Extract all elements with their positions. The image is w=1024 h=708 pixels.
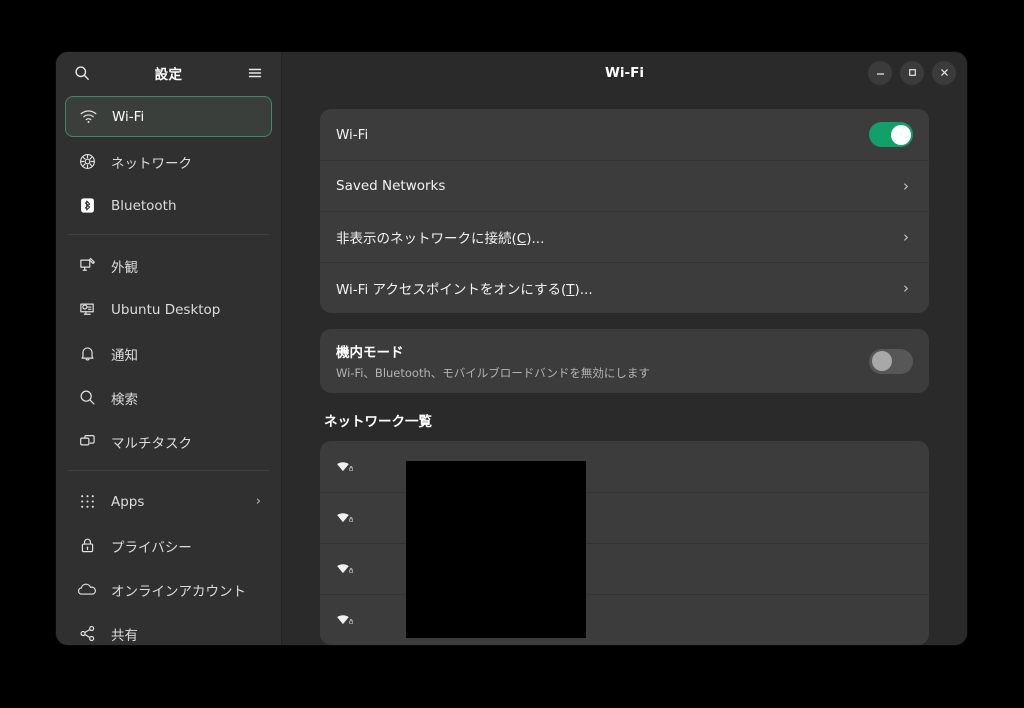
settings-content: Wi-Fi Saved Networks › 非表示のネットワークに接続(C).…	[282, 93, 967, 645]
sidebar-item-online-accounts[interactable]: オンラインアカウント	[65, 570, 272, 609]
wifi-signal-icon	[336, 510, 366, 526]
hamburger-menu-icon[interactable]	[242, 60, 268, 86]
search-icon[interactable]	[69, 60, 95, 86]
desktop-background: 設定 Wi-Fi ネットワーク Bluetooth 外観 Ubuntu Desk…	[0, 0, 1024, 708]
sidebar-item-label: オンラインアカウント	[111, 583, 246, 600]
label-post: )...	[574, 281, 593, 298]
sidebar-item-label: ネットワーク	[111, 155, 192, 172]
sidebar-divider	[68, 234, 269, 235]
close-icon[interactable]	[932, 60, 956, 85]
sidebar-item-search[interactable]: 検索	[65, 378, 272, 417]
wifi-row-label: Wi-Fi	[336, 126, 369, 143]
chevron-right-icon: ›	[903, 176, 909, 195]
saved-networks-row[interactable]: Saved Networks ›	[320, 160, 929, 211]
page-title: Wi-Fi	[605, 64, 644, 81]
sidebar-item-multitasking[interactable]: マルチタスク	[65, 422, 272, 461]
sidebar-item-bluetooth[interactable]: Bluetooth	[65, 186, 272, 225]
bell-icon	[76, 344, 98, 364]
chevron-right-icon: ›	[255, 494, 261, 509]
window-titlebar: Wi-Fi	[282, 52, 967, 93]
sidebar-item-label: プライバシー	[111, 539, 192, 556]
minimize-icon[interactable]	[868, 60, 892, 85]
sidebar-item-label: 外観	[111, 259, 138, 276]
sidebar-item-ubuntu-desktop[interactable]: Ubuntu Desktop	[65, 290, 272, 329]
sidebar-item-label: 検索	[111, 391, 138, 408]
ubuntu-desktop-icon	[76, 300, 98, 320]
label-post: )...	[526, 230, 545, 247]
sidebar-title: 設定	[154, 66, 183, 83]
window-controls	[868, 60, 956, 85]
chevron-right-icon: ›	[903, 227, 909, 246]
airplane-mode-toggle[interactable]	[869, 348, 913, 374]
networks-section-title: ネットワーク一覧	[324, 414, 432, 430]
sidebar-item-appearance[interactable]: 外観	[65, 246, 272, 285]
lock-icon	[76, 536, 98, 556]
toggle-knob	[890, 124, 911, 145]
appearance-icon	[76, 256, 98, 276]
wifi-signal-icon	[336, 561, 366, 577]
label-pre: 非表示のネットワークに接続(	[336, 230, 517, 247]
label-pre: Wi-Fi アクセスポイントをオンにする(	[336, 281, 567, 298]
airplane-mode-title: 機内モード	[336, 345, 404, 361]
sidebar: 設定 Wi-Fi ネットワーク Bluetooth 外観 Ubuntu Desk…	[56, 52, 282, 645]
redaction-overlay	[406, 461, 586, 638]
sidebar-item-sharing[interactable]: 共有	[65, 614, 272, 645]
connect-hidden-network-row[interactable]: 非表示のネットワークに接続(C)... ›	[320, 211, 929, 262]
sidebar-item-label: 通知	[111, 347, 138, 364]
network-icon	[76, 152, 98, 172]
sidebar-item-privacy[interactable]: プライバシー	[65, 526, 272, 565]
airplane-mode-row[interactable]: 機内モード Wi-Fi、Bluetooth、モバイルブロードバンドを無効にします	[320, 329, 929, 393]
sidebar-divider	[68, 470, 269, 471]
sidebar-item-list: Wi-Fi ネットワーク Bluetooth 外観 Ubuntu Desktop…	[56, 93, 281, 645]
sidebar-item-label: Wi-Fi	[112, 108, 145, 125]
apps-grid-icon	[76, 492, 98, 512]
chevron-right-icon: ›	[903, 278, 909, 297]
turn-on-hotspot-row[interactable]: Wi-Fi アクセスポイントをオンにする(T)... ›	[320, 262, 929, 313]
sidebar-item-wifi[interactable]: Wi-Fi	[65, 96, 272, 137]
wifi-settings-card: Wi-Fi Saved Networks › 非表示のネットワークに接続(C).…	[320, 109, 929, 313]
wifi-signal-icon	[336, 612, 366, 628]
sidebar-item-network[interactable]: ネットワーク	[65, 142, 272, 181]
airplane-mode-subtitle: Wi-Fi、Bluetooth、モバイルブロードバンドを無効にします	[336, 366, 650, 380]
saved-networks-label: Saved Networks	[336, 177, 446, 194]
turn-on-hotspot-label: Wi-Fi アクセスポイントをオンにする(T)...	[336, 278, 903, 298]
share-icon	[76, 624, 98, 644]
wifi-toggle-row[interactable]: Wi-Fi	[320, 109, 929, 160]
maximize-icon[interactable]	[900, 60, 924, 85]
airplane-mode-card: 機内モード Wi-Fi、Bluetooth、モバイルブロードバンドを無効にします	[320, 329, 929, 393]
search-icon	[76, 388, 98, 408]
bluetooth-icon	[76, 196, 98, 216]
sidebar-header: 設定	[56, 52, 281, 93]
multitasking-icon	[76, 432, 98, 452]
main-panel: Wi-Fi Wi-Fi Saved Networks › 非表示のネットワークに…	[282, 52, 967, 645]
connect-hidden-network-label: 非表示のネットワークに接続(C)...	[336, 227, 903, 247]
wifi-icon	[77, 107, 99, 127]
sidebar-item-label: マルチタスク	[111, 435, 192, 452]
sidebar-item-label: Apps	[111, 493, 145, 510]
sidebar-item-label: 共有	[111, 627, 138, 644]
toggle-knob	[871, 351, 892, 371]
wifi-signal-icon	[336, 459, 366, 475]
airplane-mode-text: 機内モード Wi-Fi、Bluetooth、モバイルブロードバンドを無効にします	[336, 341, 869, 381]
cloud-icon	[76, 580, 98, 600]
sidebar-item-notifications[interactable]: 通知	[65, 334, 272, 373]
sidebar-item-label: Bluetooth	[111, 197, 177, 214]
sidebar-item-label: Ubuntu Desktop	[111, 301, 221, 318]
wifi-toggle[interactable]	[869, 122, 913, 147]
sidebar-item-apps[interactable]: Apps ›	[65, 482, 272, 521]
mnemonic-char: C	[516, 230, 527, 247]
